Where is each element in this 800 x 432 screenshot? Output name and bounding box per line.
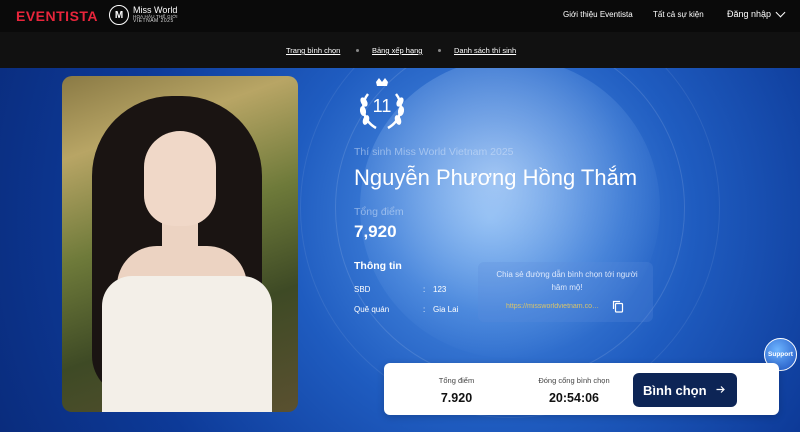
contestant-photo <box>62 76 298 412</box>
separator-dot <box>438 49 441 52</box>
vote-button-label: Bình chọn <box>643 382 707 398</box>
subnav-contestant-list[interactable]: Danh sách thí sinh <box>454 46 516 55</box>
info-value-hometown: Gia Lai <box>433 305 459 314</box>
vote-close-countdown: 20:54:06 <box>548 391 600 405</box>
top-bar: EVENTISTA M Miss World HOA HẬU THẾ GIỚI … <box>0 0 800 32</box>
vote-button[interactable]: Bình chọn <box>633 373 737 407</box>
vote-close-label: Đóng cổng bình chọn <box>538 376 610 385</box>
rank-badge: 11 <box>354 76 410 134</box>
sub-nav: Trang bình chọn Bảng xếp hạng Danh sách … <box>0 32 800 68</box>
nav-all-events[interactable]: Tất cả sự kiện <box>653 10 704 19</box>
chevron-down-icon <box>775 7 786 17</box>
miss-world-subtitle-2: VIETNAM 2025 <box>133 18 174 25</box>
rank-number: 11 <box>372 96 392 116</box>
contestant-hero: 11 Thí sinh Miss World Vietnam 2025 Nguy… <box>0 68 800 432</box>
arrow-right-icon <box>716 386 725 393</box>
login-label: Đăng nhập <box>727 9 772 19</box>
eventista-logo[interactable]: EVENTISTA <box>16 8 98 24</box>
separator-dot <box>356 49 359 52</box>
info-value-sbd: 123 <box>433 285 447 294</box>
nav-about-eventista[interactable]: Giới thiệu Eventista <box>563 10 633 19</box>
score-value: 7,920 <box>354 222 397 241</box>
share-box: Chia sẻ đường dẫn bình chọn tới người hâ… <box>478 262 653 322</box>
contestant-name: Nguyễn Phương Hồng Thắm <box>354 165 638 190</box>
info-title: Thông tin <box>354 260 402 272</box>
miss-world-logo[interactable]: M Miss World HOA HẬU THẾ GIỚI VIETNAM 20… <box>109 5 178 25</box>
total-score-label: Tổng điểm <box>438 376 475 385</box>
score-label: Tổng điểm <box>354 206 404 218</box>
subnav-leaderboard[interactable]: Bảng xếp hạng <box>372 46 422 55</box>
share-text: Chia sẻ đường dẫn bình chọn tới người hâ… <box>496 270 638 292</box>
subnav-vote-page[interactable]: Trang bình chọn <box>286 46 340 55</box>
total-score-value: 7.920 <box>440 391 473 405</box>
info-label-hometown: Quê quán <box>354 305 390 314</box>
miss-world-emblem-icon: M <box>109 5 129 25</box>
copy-icon[interactable] <box>612 300 624 313</box>
share-link[interactable]: https://missworldvietnam.com/contestant <box>506 303 604 310</box>
info-label-sbd: SBD <box>354 285 371 294</box>
contestant-subtitle: Thí sinh Miss World Vietnam 2025 <box>354 146 514 158</box>
login-menu[interactable]: Đăng nhập <box>727 7 786 19</box>
vote-bar: Tổng điểm 7.920 Đóng cổng bình chọn 20:5… <box>384 363 779 415</box>
